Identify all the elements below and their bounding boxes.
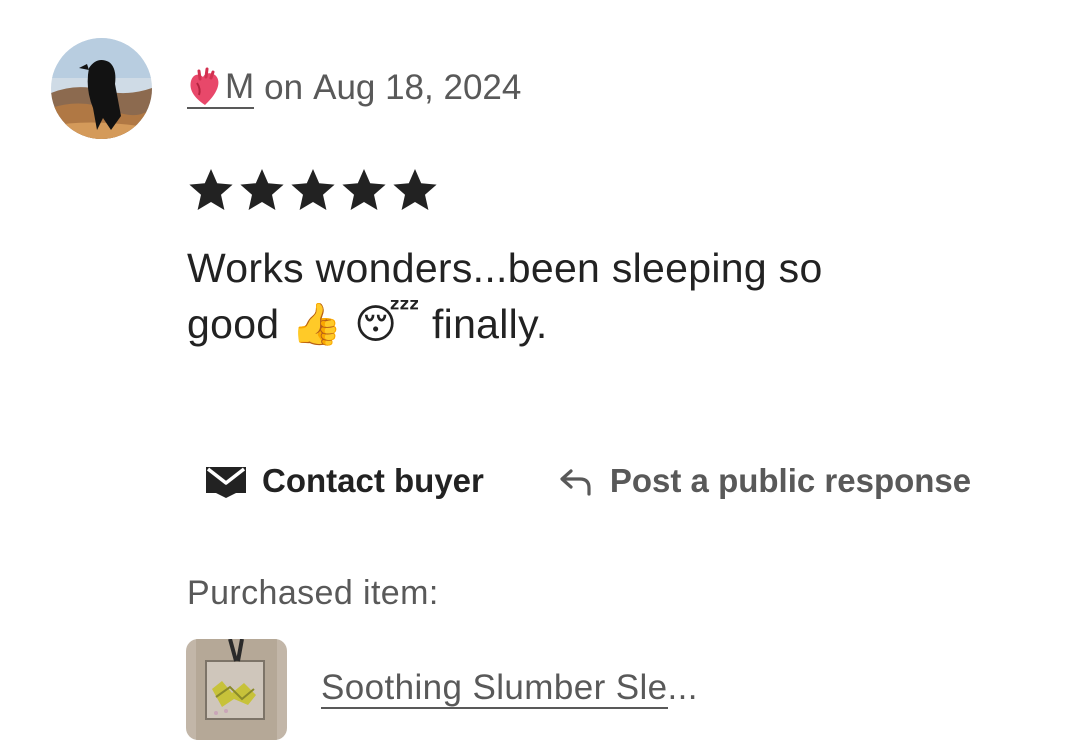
review-actions: Contact buyer Post a public response xyxy=(204,462,971,500)
post-public-response-label: Post a public response xyxy=(609,462,972,499)
purchased-item-label: Purchased item: xyxy=(187,574,439,612)
sleeping-face-emoji: 😴 xyxy=(354,301,421,347)
star-rating xyxy=(187,166,439,214)
contact-buyer-label: Contact buyer xyxy=(262,462,484,499)
review-text-good: good xyxy=(187,301,280,347)
crow-avatar-image xyxy=(51,38,152,139)
reviewer-link[interactable]: M xyxy=(187,66,255,109)
review-text-line-2: good 👍 😴 finally. xyxy=(187,296,1007,352)
purchased-item-title: Soothing Slumber Sle xyxy=(321,668,668,709)
star-icon xyxy=(393,169,437,210)
star-icon xyxy=(342,169,386,210)
reviewer-name: M xyxy=(225,66,255,106)
anatomical-heart-icon xyxy=(187,67,223,107)
review-text-line-1: Works wonders...been sleeping so xyxy=(187,245,823,291)
contact-buyer-button[interactable]: Contact buyer xyxy=(204,462,484,500)
mail-icon xyxy=(206,467,246,498)
review-card: M on Aug 18, 2024 Works wonders...been s… xyxy=(0,0,1080,754)
purchased-item-thumbnail[interactable] xyxy=(186,639,287,740)
avatar[interactable] xyxy=(51,38,152,139)
star-icon xyxy=(189,169,233,210)
star-icon xyxy=(291,169,335,210)
star-icon xyxy=(240,169,284,210)
review-meta: M on Aug 18, 2024 xyxy=(187,66,521,110)
review-date: Aug 18, 2024 xyxy=(313,68,522,107)
review-text-finally: finally. xyxy=(431,301,548,347)
thumbs-up-emoji: 👍 xyxy=(291,301,343,347)
post-public-response-button[interactable]: Post a public response xyxy=(558,462,971,500)
reply-icon xyxy=(560,469,591,496)
purchased-item-ellipsis: ... xyxy=(667,668,698,707)
date-prefix: on xyxy=(264,68,304,107)
product-thumbnail-image xyxy=(186,639,287,740)
purchased-item-link[interactable]: Soothing Slumber Sle... xyxy=(321,668,698,709)
review-text: Works wonders...been sleeping so good 👍 … xyxy=(187,240,1007,352)
